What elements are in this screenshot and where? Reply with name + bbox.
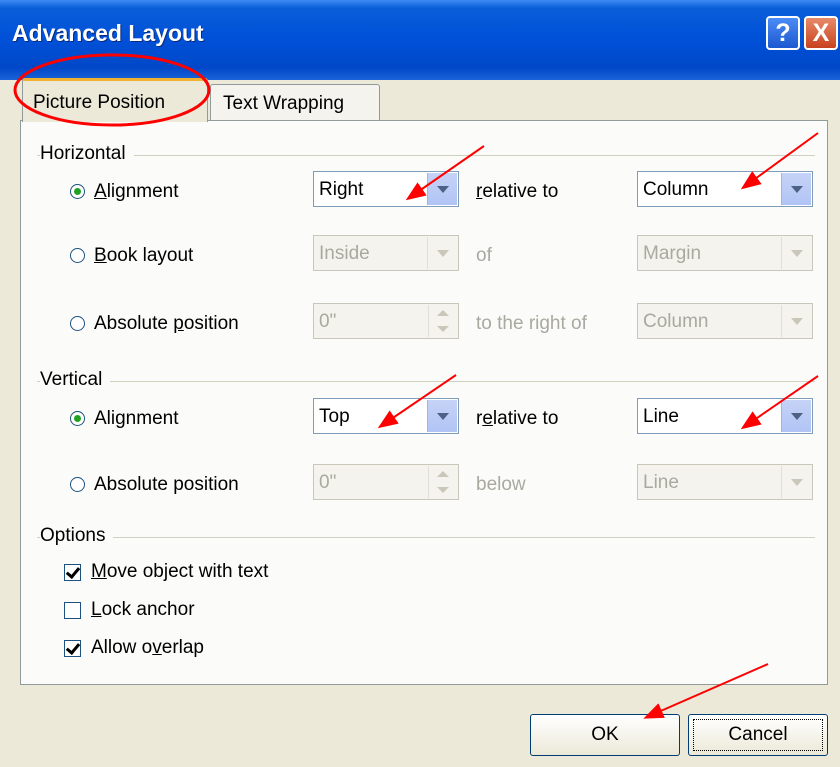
tab-label: Text Wrapping — [223, 93, 345, 114]
vertical-absolute-relative-select: Line — [637, 464, 813, 500]
tab-panel: Horizontal Alignment Right relative to C… — [20, 120, 828, 685]
chevron-down-icon — [781, 466, 811, 498]
group-divider — [37, 537, 815, 538]
chevron-down-icon[interactable] — [427, 400, 457, 432]
book-layout-radio[interactable] — [70, 248, 85, 263]
chevron-down-icon[interactable] — [781, 173, 811, 205]
vertical-relative-to-select[interactable]: Line — [637, 398, 813, 434]
select-value: Line — [643, 472, 679, 493]
tab-label: Picture Position — [33, 92, 166, 113]
select-value: Inside — [319, 243, 370, 264]
select-value: Line — [643, 406, 679, 427]
select-value: Top — [319, 406, 350, 427]
spinner-arrows-icon — [428, 466, 457, 498]
relative-to-label: relative to — [476, 408, 559, 429]
below-label: below — [476, 474, 526, 495]
spinner-value: 0" — [319, 311, 337, 332]
lock-anchor-checkbox[interactable] — [64, 602, 81, 619]
book-layout-label[interactable]: Book layout — [94, 245, 193, 267]
options-group-label: Options — [40, 525, 114, 547]
book-layout-select: Inside — [313, 235, 459, 271]
vertical-absolute-position-radio[interactable] — [70, 477, 85, 492]
select-value: Column — [643, 179, 709, 200]
tab-picture-position[interactable]: Picture Position — [22, 78, 208, 122]
lock-anchor-label[interactable]: Lock anchor — [91, 599, 195, 621]
group-divider — [37, 381, 815, 382]
of-label: of — [476, 245, 492, 266]
chevron-down-icon — [781, 305, 811, 337]
horizontal-group-label: Horizontal — [40, 143, 134, 165]
vertical-group-label: Vertical — [40, 369, 111, 391]
chevron-down-icon — [427, 237, 457, 269]
vertical-absolute-position-label[interactable]: Absolute position — [94, 474, 239, 496]
window-title: Advanced Layout — [12, 20, 204, 46]
horizontal-absolute-position-spinner: 0" — [313, 303, 459, 339]
relative-to-label: relative to — [476, 181, 559, 202]
allow-overlap-checkbox[interactable] — [64, 640, 81, 657]
group-divider — [37, 155, 815, 156]
vertical-alignment-select[interactable]: Top — [313, 398, 459, 434]
select-value: Column — [643, 311, 709, 332]
help-icon[interactable]: ? — [766, 16, 800, 50]
horizontal-alignment-label[interactable]: Alignment — [94, 181, 179, 203]
spinner-arrows-icon — [428, 305, 457, 337]
vertical-absolute-position-spinner: 0" — [313, 464, 459, 500]
select-value: Margin — [643, 243, 702, 264]
horizontal-relative-to-select[interactable]: Column — [637, 171, 813, 207]
tab-text-wrapping[interactable]: Text Wrapping — [210, 84, 380, 122]
cancel-button[interactable]: Cancel — [688, 714, 828, 756]
spinner-value: 0" — [319, 472, 337, 493]
move-object-with-text-checkbox[interactable] — [64, 564, 81, 581]
select-value: Right — [319, 179, 364, 200]
close-icon[interactable]: X — [804, 16, 838, 50]
chevron-down-icon[interactable] — [427, 173, 457, 205]
chevron-down-icon[interactable] — [781, 400, 811, 432]
horizontal-absolute-position-radio[interactable] — [70, 316, 85, 331]
chevron-down-icon — [781, 237, 811, 269]
horizontal-alignment-select[interactable]: Right — [313, 171, 459, 207]
vertical-alignment-radio[interactable] — [70, 411, 85, 426]
allow-overlap-label[interactable]: Allow overlap — [91, 637, 204, 659]
book-layout-of-select: Margin — [637, 235, 813, 271]
horizontal-absolute-position-label[interactable]: Absolute position — [94, 313, 239, 335]
horizontal-absolute-relative-select: Column — [637, 303, 813, 339]
horizontal-alignment-radio[interactable] — [70, 184, 85, 199]
title-bar: Advanced Layout ? X — [0, 0, 840, 80]
ok-button[interactable]: OK — [530, 714, 680, 756]
move-object-with-text-label[interactable]: Move object with text — [91, 561, 268, 583]
cancel-button-label: Cancel — [693, 719, 823, 751]
to-the-right-of-label: to the right of — [476, 313, 587, 334]
vertical-alignment-label[interactable]: Alignment — [94, 408, 179, 430]
